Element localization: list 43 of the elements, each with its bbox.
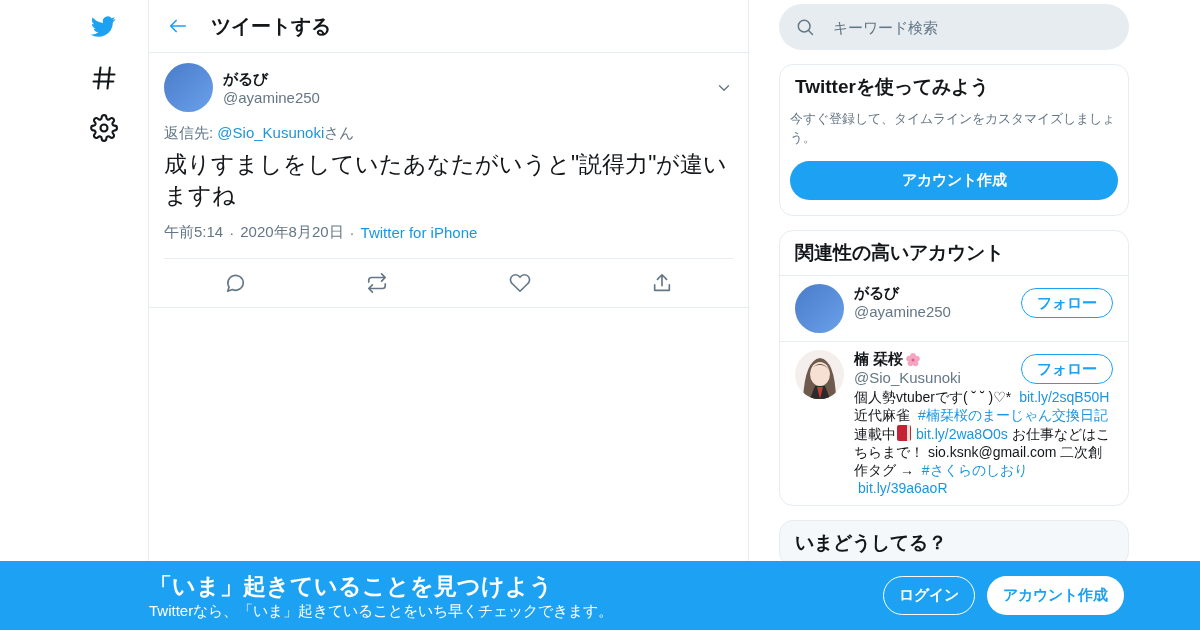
mention-link[interactable]: @Sio_Kusunoki [217, 124, 325, 141]
bio-link[interactable]: bit.ly/2wa8O0s [916, 426, 1008, 442]
bio-link[interactable]: bit.ly/39a6aoR [858, 480, 948, 496]
bio-link[interactable]: #さくらのしおり [921, 462, 1028, 478]
banner-title: 「いま」起きていることを見つけよう [149, 571, 554, 601]
search-field[interactable]: キーワード検索 [779, 4, 1129, 50]
tweet-time: 午前5:14 [164, 223, 224, 242]
card-title: 関連性の高いアカウント [794, 241, 1005, 265]
signup-button[interactable]: アカウント作成 [987, 576, 1124, 615]
settings-icon[interactable] [90, 114, 118, 142]
search-icon [795, 17, 815, 37]
card-title: Twitterを使ってみよう [794, 75, 990, 99]
user-handle: @ayamine250 [223, 88, 321, 106]
page-title: ツイートする [211, 13, 331, 39]
separator-dot: · [229, 224, 235, 241]
retweet-icon[interactable] [366, 272, 389, 294]
book-icon [896, 424, 912, 442]
user-name: がるび [223, 69, 270, 89]
source-link[interactable]: Twitter for iPhone [360, 224, 478, 241]
tweet-date: 2020年8月20日 [240, 223, 344, 242]
user-handle: @Sio_Kusunoki [854, 369, 962, 386]
user-handle: @ayamine250 [854, 303, 952, 320]
account-bio: 個人勢vtuberです( ˘ ˘ )♡* bit.ly/2sqB50H 近代麻雀 #楠栞桜のまーじゃん交換日記 連載中 bit.ly/2wa8O0s お仕事などはこちらまで！ sio.ksnk@gmail.com 二次創作タグ → #さくらのしおり bit.ly/39a6aoR [854, 388, 1111, 497]
account-name: がるび [854, 284, 899, 303]
follow-button[interactable]: フォロー [1021, 354, 1113, 384]
card-text: 今すぐ登録して、タイムラインをカスタマイズしましょう。 [789, 110, 1116, 147]
avatar[interactable] [164, 63, 213, 112]
blossom-icon [905, 351, 922, 368]
avatar[interactable] [795, 284, 844, 333]
follow-button[interactable]: フォロー [1021, 288, 1113, 318]
bio-link[interactable]: bit.ly/2sqB50H [1019, 389, 1110, 405]
reply-icon[interactable] [224, 272, 247, 294]
tweet-text: 成りすましをしていたあなたがいうと"説得力"が違いますね [164, 150, 729, 210]
hashtag-icon[interactable] [90, 64, 118, 92]
heart-icon[interactable] [508, 272, 531, 294]
banner-subtitle: Twitterなら、「いま」起きていることをいち早くチェックできます。 [149, 601, 615, 621]
card-title: いまどうしてる？ [794, 531, 948, 555]
separator-dot: · [349, 224, 355, 241]
reply-to-text: 返信先: @Sio_Kusunokiさん [164, 124, 356, 143]
search-input[interactable]: キーワード検索 [831, 17, 1095, 37]
bio-link[interactable]: #楠栞桜のまーじゃん交換日記 [917, 407, 1108, 423]
account-name: 楠 栞桜 [854, 350, 904, 369]
signup-button[interactable]: アカウント作成 [790, 161, 1118, 200]
